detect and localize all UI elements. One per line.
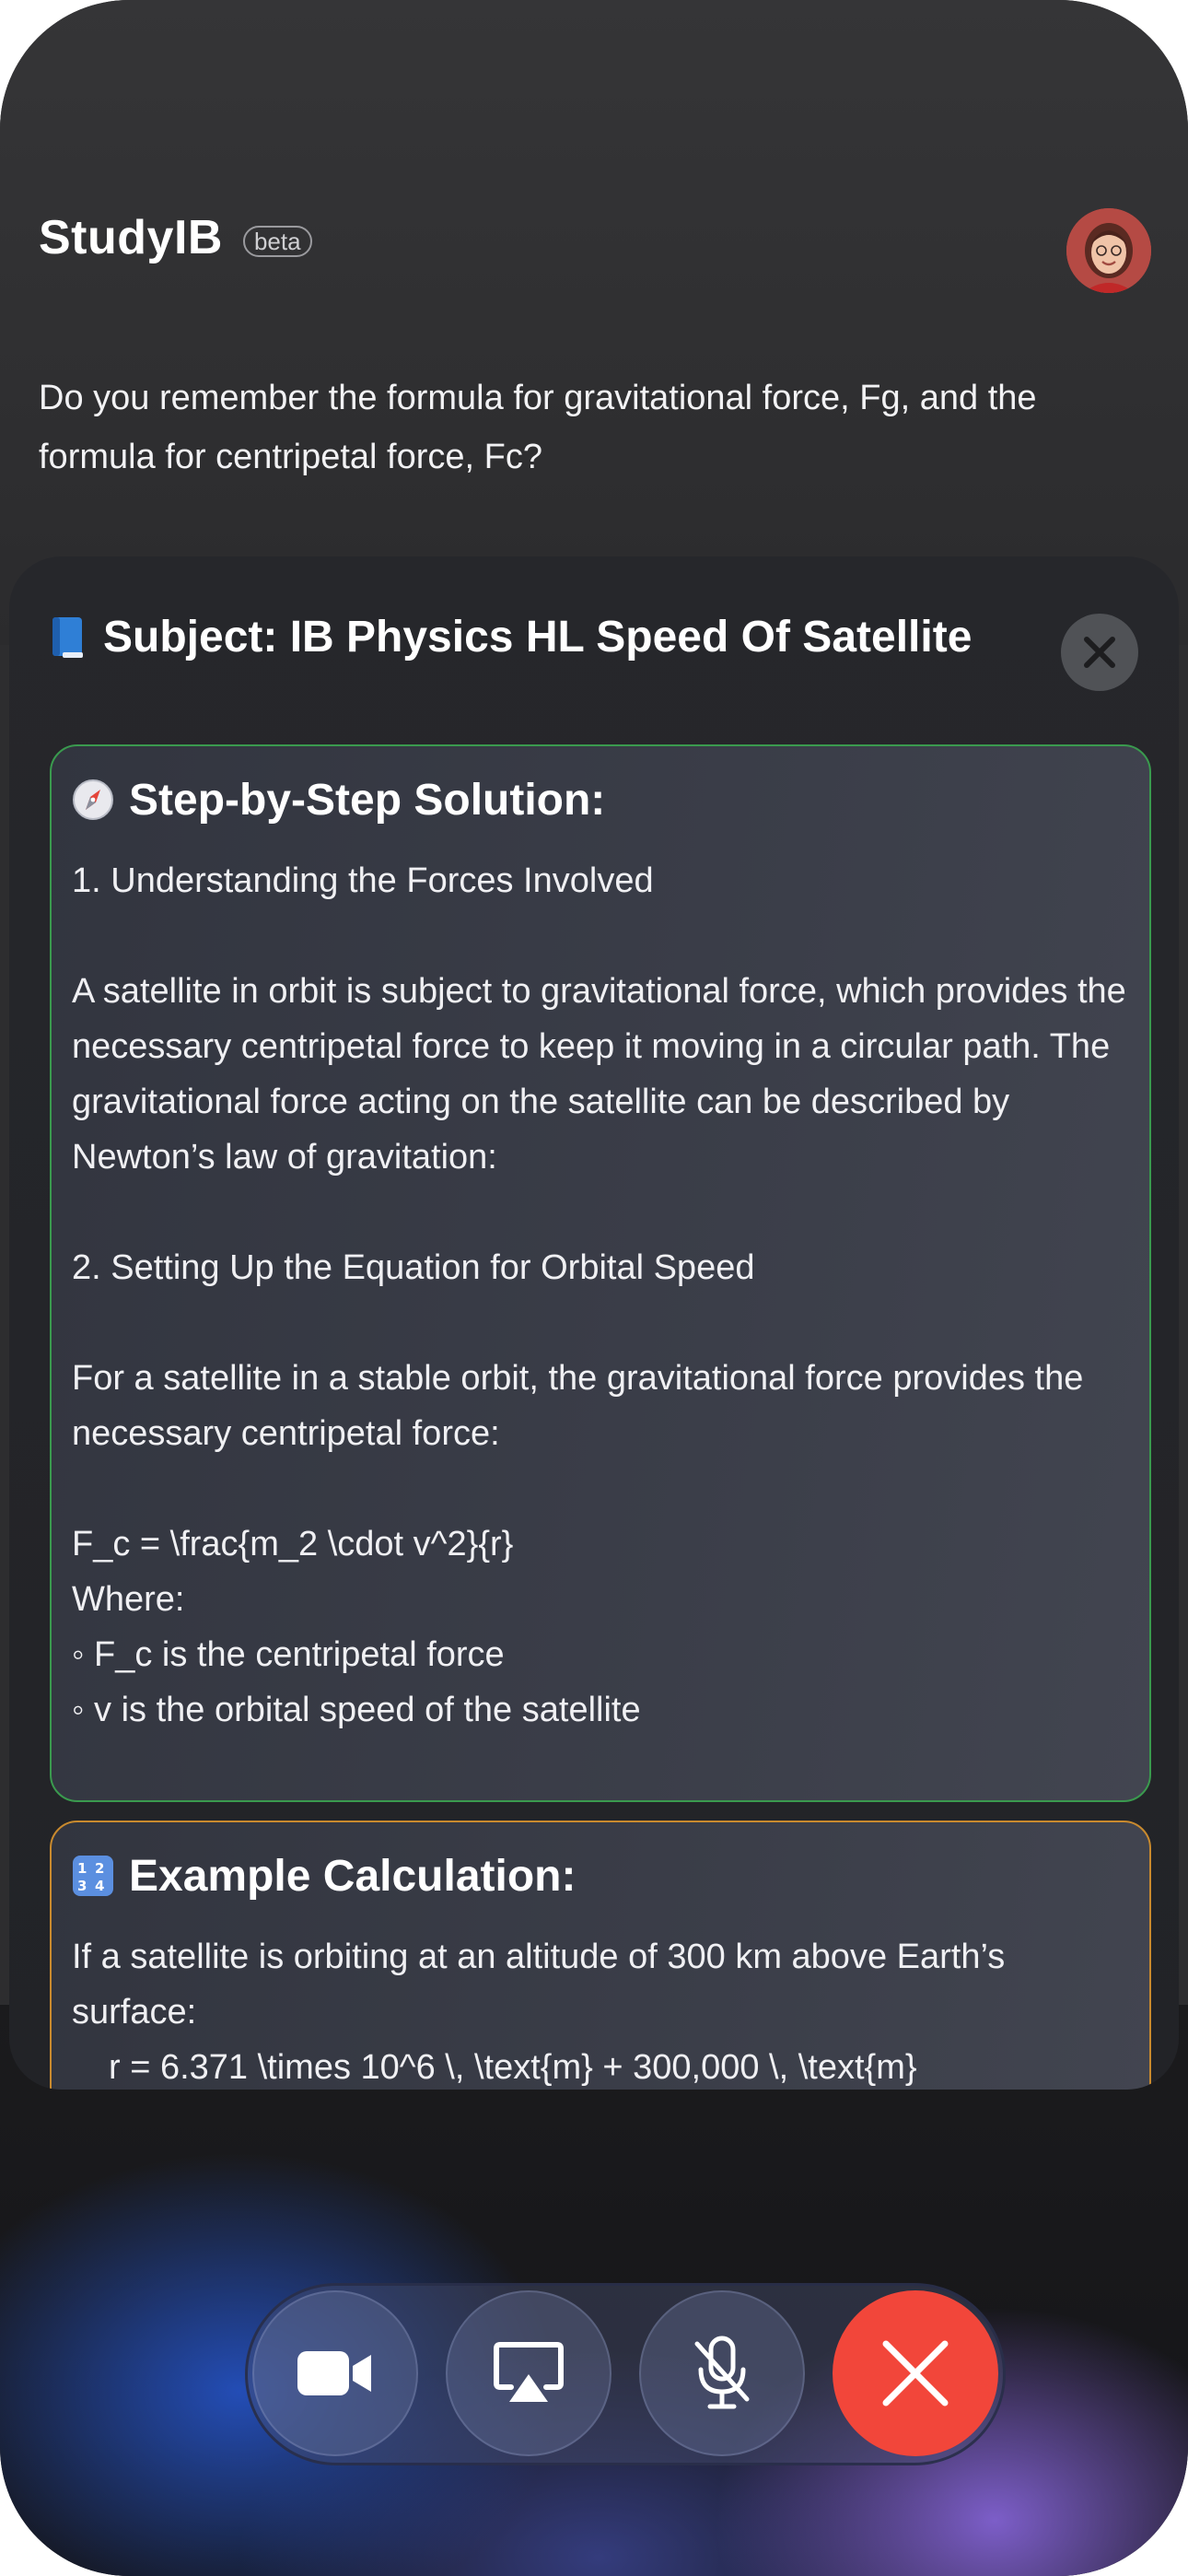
screen-share-button[interactable]: [446, 2290, 611, 2456]
numbers-1234-icon: 1 2 3 4: [73, 1856, 113, 1896]
phone-screen: StudyIB beta Do you remember the formula…: [0, 0, 1188, 2576]
step-2-text: For a satellite in a stable orbit, the g…: [72, 1359, 1084, 1453]
solution-card-header: Step-by-Step Solution:: [72, 772, 1129, 827]
mute-button[interactable]: [639, 2290, 805, 2456]
step-2-heading: 2. Setting Up the Equation for Orbital S…: [72, 1248, 755, 1287]
sheet-title: Subject: IB Physics HL Speed Of Satellit…: [103, 613, 973, 662]
bullet-item: ◦ F_c is the centripetal force: [72, 1635, 505, 1674]
app-title: StudyIB: [39, 211, 223, 264]
step-1-text: A satellite in orbit is subject to gravi…: [72, 972, 1126, 1177]
example-card-header: 1 2 3 4 Example Calculation:: [72, 1848, 1129, 1903]
video-button[interactable]: [252, 2290, 418, 2456]
step-1-heading: 1. Understanding the Forces Involved: [72, 861, 654, 900]
example-card-title: Example Calculation:: [129, 1851, 577, 1901]
user-avatar[interactable]: [1066, 208, 1151, 293]
end-call-button[interactable]: [833, 2290, 998, 2456]
example-card-body: If a satellite is orbiting at an altitud…: [72, 1929, 1129, 2090]
close-sheet-button[interactable]: [1061, 614, 1138, 691]
svg-text:1: 1: [77, 1860, 87, 1877]
where-label: Where:: [72, 1580, 185, 1619]
svg-text:2: 2: [95, 1860, 104, 1877]
sheet-header: Subject: IB Physics HL Speed Of Satellit…: [50, 612, 972, 662]
svg-text:4: 4: [95, 1878, 104, 1894]
microphone-muted-icon: [694, 2336, 750, 2409]
video-camera-icon: [297, 2351, 371, 2395]
solution-card-title: Step-by-Step Solution:: [129, 775, 606, 825]
example-cutoff-formula: r = 6.371 \times 10^6 \, \text{m} + 300,…: [109, 2048, 917, 2087]
avatar-portrait-icon: [1066, 208, 1151, 293]
screen-share-icon: [494, 2342, 564, 2402]
compass-icon: [73, 779, 113, 820]
solution-card-body: 1. Understanding the Forces Involved A s…: [72, 853, 1129, 1738]
beta-badge: beta: [242, 226, 312, 257]
svg-text:3: 3: [77, 1878, 87, 1894]
assistant-message: Do you remember the formula for gravitat…: [39, 379, 1037, 476]
end-call-icon: [882, 2340, 949, 2406]
close-icon: [1084, 637, 1115, 668]
app-header: StudyIB beta: [39, 210, 312, 265]
example-text: If a satellite is orbiting at an altitud…: [72, 1938, 1006, 2032]
example-card: 1 2 3 4 Example Calculation: If a satell…: [50, 1821, 1151, 2090]
bullet-item: ◦ v is the orbital speed of the satellit…: [72, 1691, 641, 1729]
solution-sheet: Subject: IB Physics HL Speed Of Satellit…: [9, 556, 1179, 2090]
blue-book-icon: [52, 616, 83, 658]
solution-card: Step-by-Step Solution: 1. Understanding …: [50, 744, 1151, 1802]
centripetal-formula: F_c = \frac{m_2 \cdot v^2}{r}: [72, 1525, 514, 1563]
